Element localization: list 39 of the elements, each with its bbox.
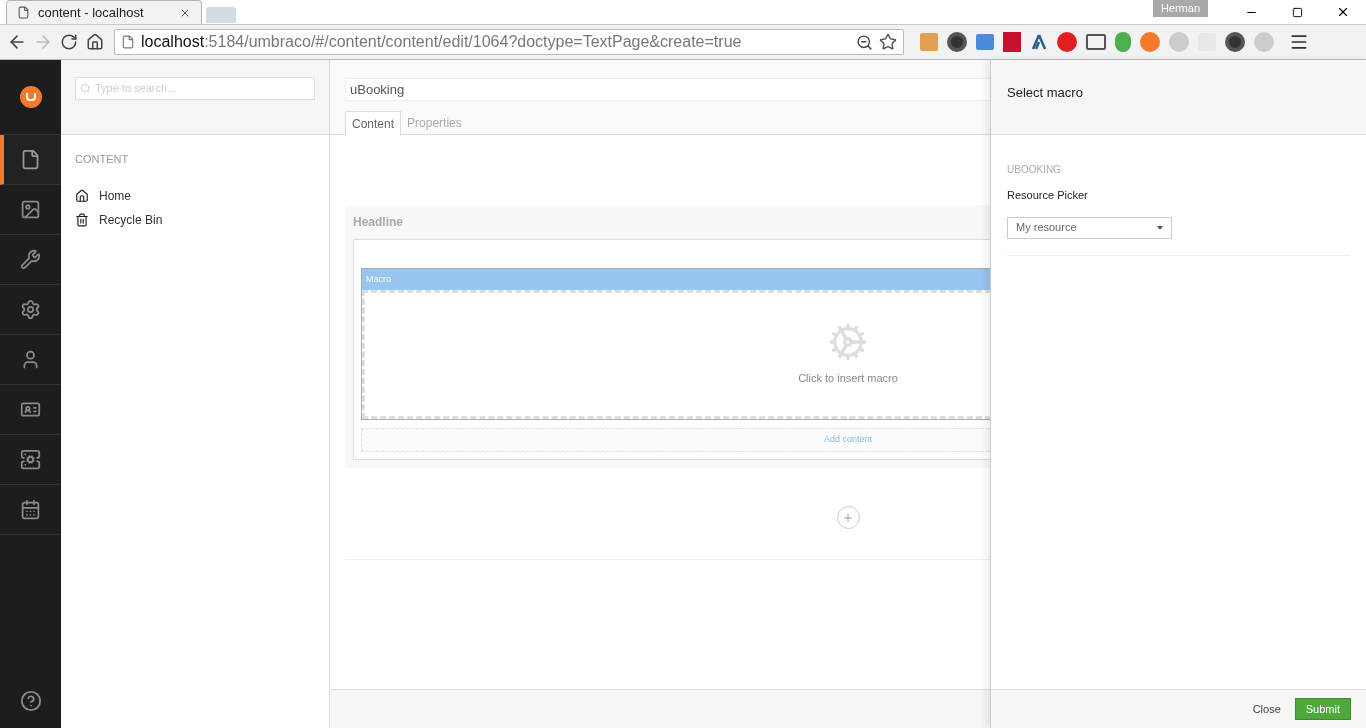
- page-icon: [121, 35, 135, 49]
- field-label: Resource Picker: [1007, 188, 1089, 203]
- caret-icon: [1157, 225, 1163, 230]
- home-icon: [75, 188, 89, 203]
- trash-icon: [75, 212, 89, 227]
- settings-icon: [20, 299, 41, 320]
- tree-heading: CONTENT: [75, 152, 130, 167]
- menu-icon[interactable]: [1289, 32, 1309, 52]
- close-icon[interactable]: [1336, 5, 1350, 19]
- bookmark-icon[interactable]: [879, 33, 897, 51]
- restore-icon[interactable]: [1291, 6, 1303, 18]
- extension-icon[interactable]: [1086, 34, 1106, 50]
- zoom-icon[interactable]: [856, 33, 873, 51]
- help-icon[interactable]: [19, 689, 42, 712]
- browser-tab[interactable]: content - localhost: [6, 0, 202, 24]
- group-heading: UBOOKING: [1007, 163, 1062, 177]
- extension-icon[interactable]: [1225, 32, 1245, 52]
- server-icon: [20, 449, 41, 470]
- plus-icon: [842, 511, 854, 524]
- tree-item[interactable]: Recycle Bin: [75, 207, 315, 232]
- address-bar[interactable]: localhost:5184/umbraco/#/content/content/edit/1064?doctype=TextPage&create=true: [114, 29, 904, 55]
- dialog-title: Select macro: [1007, 85, 1083, 100]
- close-button[interactable]: Close: [1252, 700, 1281, 718]
- wrench-icon: [20, 249, 41, 270]
- tab-title: content - localhost: [38, 3, 145, 22]
- calendar-icon: [20, 499, 41, 520]
- editor-tab[interactable]: Content: [345, 111, 402, 136]
- logo-icon[interactable]: [19, 86, 42, 108]
- document-icon: [20, 149, 41, 170]
- search-icon: [80, 83, 91, 94]
- page-icon: [17, 6, 30, 19]
- headline-label: Headline: [353, 214, 403, 231]
- extension-icon[interactable]: [1030, 33, 1048, 51]
- image-icon: [20, 199, 41, 220]
- extension-icon[interactable]: [947, 32, 967, 52]
- url-text: localhost:5184/umbraco/#/content/content/edit/1064?doctype=TextPage&create=true: [141, 32, 743, 52]
- resource-select[interactable]: My resource: [1007, 216, 1172, 239]
- tree-item[interactable]: Home: [75, 183, 315, 208]
- section-tab[interactable]: [0, 135, 61, 185]
